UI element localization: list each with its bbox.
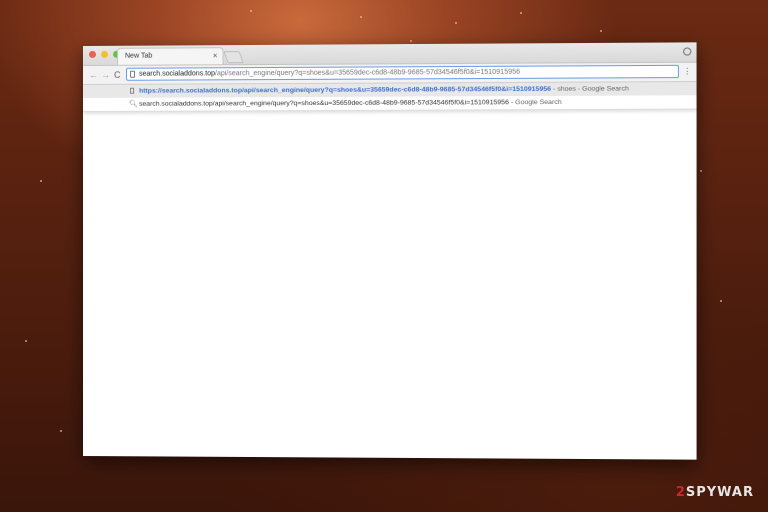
sparkle: [25, 340, 27, 342]
sparkle: [520, 12, 522, 14]
suggestion-url: https://search.socialaddons.top/api/sear…: [139, 85, 552, 95]
sparkle: [60, 430, 62, 432]
back-icon[interactable]: ←: [89, 69, 98, 81]
forward-icon[interactable]: →: [101, 69, 110, 81]
desktop-background: { "browser": { "tab": { "title": "New Ta…: [0, 0, 768, 512]
suggestion-url: search.socialaddons.top/api/search_engin…: [139, 99, 509, 108]
page-icon: [130, 87, 135, 94]
omnibox-suggestions: https://search.socialaddons.top/api/sear…: [83, 82, 697, 112]
close-window-button[interactable]: [88, 50, 97, 58]
search-icon: 🔍︎: [129, 100, 138, 108]
reload-icon[interactable]: C: [114, 69, 121, 81]
page-content: [83, 109, 697, 436]
address-host: search.socialaddons.top: [139, 70, 215, 78]
sparkle: [250, 10, 252, 12]
suggestion-suffix: - Google Search: [508, 98, 562, 107]
browser-window: New Tab × ← → C search.socialaddons.top/…: [83, 42, 697, 460]
profile-icon[interactable]: [683, 47, 692, 56]
window-controls: [88, 50, 121, 58]
new-tab-button[interactable]: [223, 51, 244, 64]
sparkle: [720, 300, 722, 302]
sparkle: [410, 40, 412, 42]
close-tab-icon[interactable]: ×: [213, 48, 218, 64]
sparkle: [455, 22, 457, 24]
menu-icon[interactable]: ⋮: [683, 66, 691, 78]
suggestion-item[interactable]: 🔍︎ search.socialaddons.top/api/search_en…: [83, 95, 697, 111]
tab-title: New Tab: [125, 52, 153, 60]
page-icon: [130, 70, 136, 78]
address-bar[interactable]: search.socialaddons.top/api/search_engin…: [126, 64, 679, 81]
sparkle: [360, 16, 362, 18]
sparkle: [40, 180, 42, 182]
minimize-window-button[interactable]: [101, 50, 109, 58]
sparkle: [700, 170, 702, 172]
tab-new-tab[interactable]: New Tab ×: [117, 47, 224, 65]
watermark-logo: 2SPYWAR: [675, 485, 754, 500]
sparkle: [600, 30, 602, 32]
suggestion-suffix: - shoes - Google Search: [551, 85, 629, 93]
address-path: /api/search_engine/query?q=shoes&u=35659…: [214, 68, 521, 78]
